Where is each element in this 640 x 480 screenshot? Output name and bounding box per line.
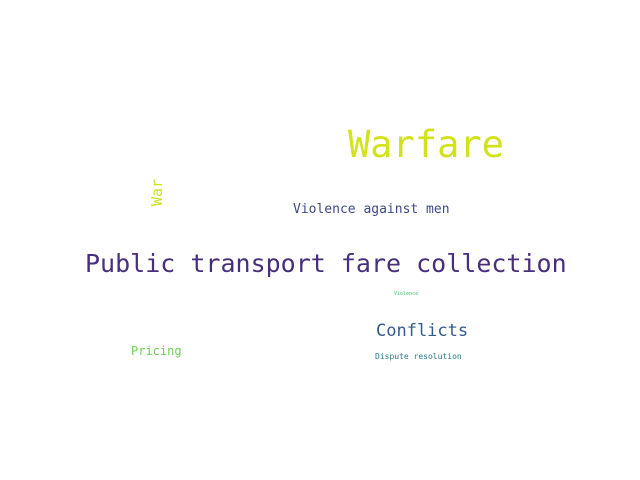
word-cloud: Warfare War Violence against men Public … — [0, 0, 640, 480]
word-dispute-resolution: Dispute resolution — [375, 352, 462, 361]
word-violence: Violence — [394, 291, 419, 297]
word-public-transport-fare-collection: Public transport fare collection — [85, 249, 567, 278]
word-war: War — [148, 178, 166, 206]
word-violence-against-men: Violence against men — [293, 202, 450, 217]
word-pricing: Pricing — [131, 344, 182, 358]
word-warfare: Warfare — [348, 123, 504, 166]
word-conflicts: Conflicts — [376, 321, 469, 341]
